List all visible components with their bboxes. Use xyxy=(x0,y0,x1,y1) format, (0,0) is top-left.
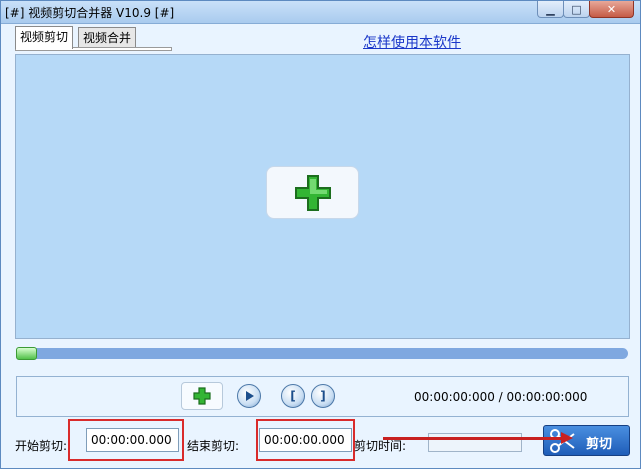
mark-in-icon: [ xyxy=(290,389,296,403)
time-display: 00:00:00:000 / 00:00:00:000 xyxy=(414,390,588,404)
tab-video-cut[interactable]: 视频剪切 xyxy=(15,26,74,49)
end-cut-label: 结束剪切: xyxy=(187,439,240,453)
tab-video-merge[interactable]: 视频合并 xyxy=(78,27,137,48)
window-title: [#] 视频剪切合并器 V10.9 [#] xyxy=(5,6,175,20)
cut-button-label: 剪切 xyxy=(586,436,613,451)
minimize-button[interactable]: ▁ xyxy=(537,1,564,18)
start-highlight-box xyxy=(68,419,184,461)
play-button[interactable] xyxy=(237,384,261,408)
start-cut-label: 开始剪切: xyxy=(15,439,68,453)
help-link[interactable]: 怎样使用本软件 xyxy=(363,32,461,52)
maximize-button[interactable]: □ xyxy=(563,1,590,18)
mark-in-button[interactable]: [ xyxy=(281,384,305,408)
annotation-arrow xyxy=(383,437,563,440)
add-video-button[interactable] xyxy=(266,166,359,219)
mark-out-icon: ] xyxy=(320,389,326,403)
app-window: [#] 视频剪切合并器 V10.9 [#] ▁ □ ✕ 视频剪切 视频合并 怎样… xyxy=(0,0,641,469)
close-button[interactable]: ✕ xyxy=(589,1,634,18)
duration-value xyxy=(428,433,522,452)
progress-track[interactable] xyxy=(16,347,628,360)
cut-button[interactable]: 剪切 xyxy=(543,425,630,456)
mark-out-button[interactable]: ] xyxy=(311,384,335,408)
progress-handle[interactable] xyxy=(16,347,37,360)
play-icon xyxy=(246,391,254,401)
add-icon xyxy=(193,387,211,405)
end-highlight-box xyxy=(256,419,355,461)
annotation-arrow-head xyxy=(561,432,573,444)
plus-icon xyxy=(294,174,331,211)
title-bar[interactable]: [#] 视频剪切合并器 V10.9 [#] ▁ □ ✕ xyxy=(1,1,640,24)
add-file-button[interactable] xyxy=(181,382,223,410)
